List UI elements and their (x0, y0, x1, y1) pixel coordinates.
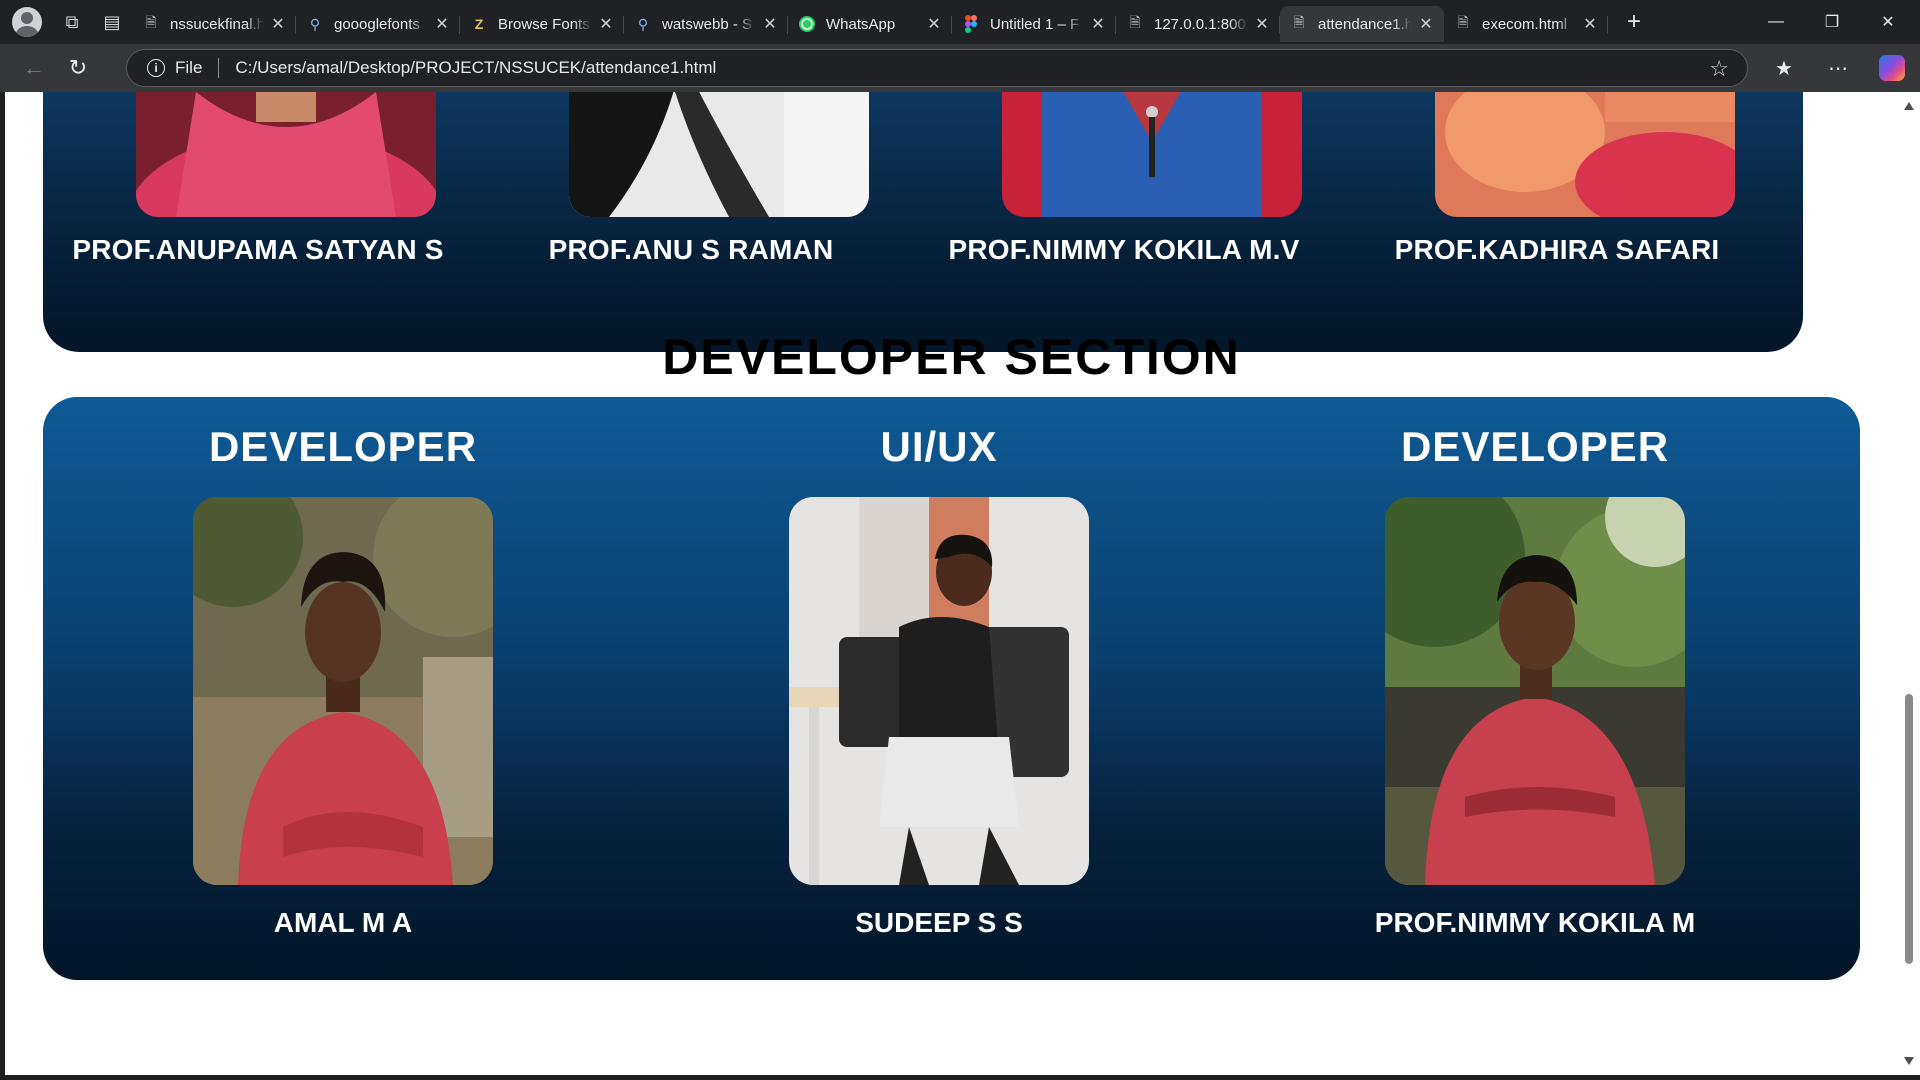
close-window-button[interactable]: ✕ (1860, 0, 1916, 44)
close-tab-icon[interactable]: ✕ (1582, 14, 1598, 34)
browser-tab[interactable]: WhatsApp ✕ (788, 6, 952, 42)
developer-role: DEVELOPER (1400, 423, 1670, 470)
browser-tab[interactable]: 🗎 nssucekfinal.h ✕ (132, 6, 296, 42)
developer-photo (789, 497, 1089, 885)
faculty-photo (1435, 92, 1735, 217)
developer-photo (193, 497, 493, 885)
tab-title: Untitled 1 – F (990, 15, 1080, 33)
tab-title: execom.html (1482, 15, 1568, 33)
restore-button[interactable]: ❐ (1804, 0, 1860, 44)
faculty-name: PROF.ANU S RAMAN (548, 234, 834, 265)
scroll-thumb[interactable] (1905, 694, 1913, 964)
faculty-photo (136, 92, 436, 217)
page-viewport: PROF.ANUPAMA SATYAN S PROF.ANU S RAMAN P… (5, 92, 1898, 1075)
tab-title: nssucekfinal.h (170, 15, 264, 33)
close-tab-icon[interactable]: ✕ (1090, 14, 1106, 34)
document-icon: 🗎 (145, 14, 157, 30)
browser-tab[interactable]: Z Browse Fonts ✕ (460, 6, 624, 42)
browser-tab[interactable]: ⚲ goooglefonts ✕ (296, 6, 460, 42)
back-button[interactable]: ← (12, 46, 56, 90)
close-tab-icon[interactable]: ✕ (434, 14, 450, 34)
document-icon: 🗎 (1293, 14, 1305, 30)
tab-title: 127.0.0.1:800 (1154, 15, 1246, 33)
close-tab-icon[interactable]: ✕ (1418, 14, 1434, 34)
address-bar[interactable]: i File C:/Users/amal/Desktop/PROJECT/NSS… (126, 49, 1748, 87)
figma-icon (962, 15, 980, 33)
faculty-photo (569, 92, 869, 217)
address-url: C:/Users/amal/Desktop/PROJECT/NSSUCEK/at… (235, 58, 717, 77)
whatsapp-icon (798, 15, 816, 33)
faculty-name: PROF.NIMMY KOKILA M.V (948, 234, 1300, 265)
close-tab-icon[interactable]: ✕ (1254, 14, 1270, 34)
developer-section: DEVELOPER AMAL M A UI/UX SUDEEP S S DEVE… (43, 397, 1860, 980)
developer-role: UI/UX (880, 423, 998, 470)
browser-tab[interactable]: ⚲ watswebb - S ✕ (624, 6, 788, 42)
divider (218, 58, 220, 78)
browser-tab[interactable]: Untitled 1 – F ✕ (952, 6, 1116, 42)
search-icon: ⚲ (637, 15, 649, 32)
developer-card: UI/UX SUDEEP S S (639, 397, 1239, 980)
tab-actions-icon[interactable]: ▤ (92, 2, 132, 42)
minimize-button[interactable]: — (1748, 0, 1804, 44)
developer-card: DEVELOPER AMAL M A (43, 397, 643, 980)
developer-name: PROF.NIMMY KOKILA M (1374, 907, 1696, 938)
search-icon: ⚲ (309, 15, 321, 32)
developer-card: DEVELOPER PROF.NIMMY KOKILA M (1235, 397, 1835, 980)
tab-title: Browse Fonts (498, 15, 590, 33)
faculty-section: PROF.ANUPAMA SATYAN S PROF.ANU S RAMAN P… (43, 92, 1803, 352)
browser-tab[interactable]: 🗎 execom.html ✕ (1444, 6, 1608, 42)
faculty-name: PROF.KADHIRA SAFARI (1394, 234, 1720, 265)
tab-title: watswebb - S (662, 15, 753, 33)
developer-photo (1385, 497, 1685, 885)
faculty-photo (1002, 92, 1302, 217)
tab-strip: ⧉ ▤ 🗎 nssucekfinal.h ✕ ⚲ goooglefonts ✕ … (0, 0, 1920, 44)
developer-role: DEVELOPER (208, 423, 478, 470)
browser-tab-active[interactable]: 🗎 attendance1.h ✕ (1280, 6, 1444, 42)
more-options-icon[interactable]: ⋯ (1816, 46, 1860, 90)
page-scrollbar[interactable] (1898, 92, 1920, 1075)
info-icon[interactable]: i (147, 59, 165, 77)
section-title: DEVELOPER SECTION (662, 329, 1241, 385)
tab-title: attendance1.h (1318, 15, 1412, 33)
scroll-down-arrow-icon[interactable] (1904, 1057, 1914, 1065)
favorite-star-icon[interactable]: ☆ (1709, 56, 1729, 82)
reload-button[interactable]: ↻ (56, 46, 100, 90)
new-tab-button[interactable]: + (1614, 4, 1654, 40)
tab-title: goooglefonts (334, 15, 420, 33)
window-edge (0, 1075, 1920, 1080)
scroll-up-arrow-icon[interactable] (1904, 102, 1914, 110)
workspaces-icon[interactable]: ⧉ (52, 2, 92, 42)
developer-name: SUDEEP S S (855, 907, 1023, 938)
document-icon: 🗎 (1129, 14, 1141, 30)
close-tab-icon[interactable]: ✕ (270, 14, 286, 34)
toolbar: ← ↻ i File C:/Users/amal/Desktop/PROJECT… (0, 44, 1920, 92)
profile-avatar[interactable] (12, 7, 42, 37)
close-tab-icon[interactable]: ✕ (598, 14, 614, 34)
faculty-name: PROF.ANUPAMA SATYAN S (72, 234, 444, 265)
address-scheme: File (175, 58, 203, 77)
copilot-icon[interactable] (1870, 46, 1914, 90)
favorites-icon[interactable]: ★ (1762, 46, 1806, 90)
fonts-icon: Z (474, 16, 484, 32)
browser-tab[interactable]: 🗎 127.0.0.1:800 ✕ (1116, 6, 1280, 42)
close-tab-icon[interactable]: ✕ (926, 14, 942, 34)
tab-title: WhatsApp (826, 15, 896, 33)
document-icon: 🗎 (1457, 14, 1469, 30)
close-tab-icon[interactable]: ✕ (762, 14, 778, 34)
developer-name: AMAL M A (273, 907, 413, 938)
